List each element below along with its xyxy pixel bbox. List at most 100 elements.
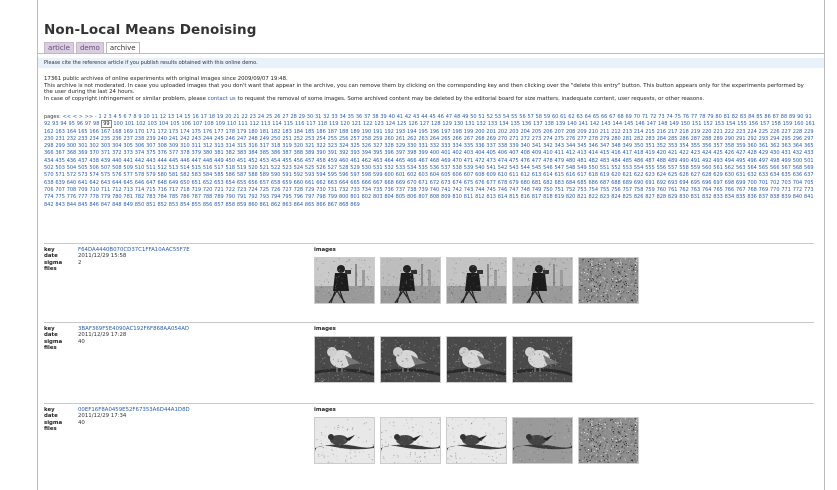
page-link[interactable]: 318 <box>271 143 281 149</box>
page-link[interactable]: 578 <box>135 172 145 178</box>
page-link[interactable]: 244 <box>203 136 213 142</box>
page-link[interactable]: 486 <box>634 158 644 164</box>
page-link[interactable]: 869 <box>350 202 360 208</box>
page-link[interactable]: 397 <box>396 150 406 156</box>
page-link[interactable]: 24 <box>258 114 264 120</box>
page-link[interactable]: 502 <box>44 165 54 171</box>
page-link[interactable]: 647 <box>146 180 156 186</box>
page-link[interactable]: 546 <box>543 165 553 171</box>
page-link[interactable]: 698 <box>725 180 735 186</box>
page-link[interactable]: 837 <box>759 194 769 200</box>
page-link[interactable]: 324 <box>339 143 349 149</box>
page-link[interactable]: 298 <box>44 143 54 149</box>
page-link[interactable]: 868 <box>339 202 349 208</box>
page-link[interactable]: 195 <box>418 129 428 135</box>
page-link[interactable]: 817 <box>532 194 542 200</box>
page-link[interactable]: 266 <box>452 136 462 142</box>
page-link[interactable]: 11 <box>152 114 158 120</box>
page-link[interactable]: 177 <box>214 129 224 135</box>
page-link[interactable]: 538 <box>452 165 462 171</box>
result-thumbnail[interactable] <box>446 417 507 464</box>
page-link[interactable]: 377 <box>169 150 179 156</box>
page-link[interactable]: 268 <box>475 136 485 142</box>
page-link[interactable]: 136 <box>522 121 532 127</box>
page-link[interactable]: 778 <box>89 194 99 200</box>
page-link[interactable]: 686 <box>589 180 599 186</box>
page-link[interactable]: 750 <box>543 187 553 193</box>
page-link[interactable]: 46 <box>438 114 444 120</box>
page-link[interactable]: 853 <box>169 202 179 208</box>
page-link[interactable]: 85 <box>756 114 762 120</box>
page-link[interactable]: 388 <box>294 150 304 156</box>
page-link[interactable]: 142 <box>590 121 600 127</box>
page-link[interactable]: 300 <box>67 143 77 149</box>
page-link[interactable]: 259 <box>373 136 383 142</box>
page-link[interactable]: 580 <box>157 172 167 178</box>
page-link[interactable]: 310 <box>180 143 190 149</box>
page-link[interactable]: 823 <box>600 194 610 200</box>
page-link[interactable]: 365 <box>804 143 814 149</box>
page-link[interactable]: 443 <box>146 158 156 164</box>
page-link[interactable]: 475 <box>509 158 519 164</box>
page-link[interactable]: 364 <box>793 143 803 149</box>
page-link[interactable]: 690 <box>634 180 644 186</box>
page-link[interactable]: 500 <box>793 158 803 164</box>
result-thumbnail[interactable] <box>314 257 375 304</box>
page-link[interactable]: 699 <box>736 180 746 186</box>
page-link[interactable]: 866 <box>316 202 326 208</box>
page-link[interactable]: 749 <box>532 187 542 193</box>
page-link[interactable]: 159 <box>783 121 793 127</box>
contact-us-link[interactable]: contact us <box>208 96 236 102</box>
page-link[interactable]: 624 <box>657 172 667 178</box>
page-link[interactable]: 495 <box>736 158 746 164</box>
page-link[interactable]: 180 <box>248 129 258 135</box>
page-link[interactable]: 489 <box>668 158 678 164</box>
page-link[interactable]: 732 <box>339 187 349 193</box>
page-link[interactable]: 80 <box>715 114 721 120</box>
page-link[interactable]: 353 <box>668 143 678 149</box>
entry-key-link[interactable]: F64DA4440B070CD37C1FFA10AAC55F7E <box>78 247 190 253</box>
page-link[interactable]: 265 <box>441 136 451 142</box>
page-link[interactable]: 429 <box>759 150 769 156</box>
page-link[interactable]: 459 <box>328 158 338 164</box>
page-link[interactable]: 862 <box>271 202 281 208</box>
page-link[interactable]: 166 <box>89 129 99 135</box>
page-link[interactable]: 384 <box>248 150 258 156</box>
page-link[interactable]: 643 <box>101 180 111 186</box>
page-link[interactable]: 819 <box>554 194 564 200</box>
page-link[interactable]: 75 <box>675 114 681 120</box>
page-link[interactable]: 828 <box>657 194 667 200</box>
page-link[interactable]: 606 <box>452 172 462 178</box>
page-link[interactable]: 663 <box>328 180 338 186</box>
page-link[interactable]: 276 <box>566 136 576 142</box>
page-link[interactable]: 531 <box>373 165 383 171</box>
page-link[interactable]: 513 <box>169 165 179 171</box>
page-link[interactable]: 756 <box>611 187 621 193</box>
page-link[interactable]: 270 <box>498 136 508 142</box>
page-link[interactable]: 393 <box>350 150 360 156</box>
page-link[interactable]: 807 <box>418 194 428 200</box>
page-link[interactable]: 765 <box>713 187 723 193</box>
page-link[interactable]: 840 <box>793 194 803 200</box>
page-link[interactable]: 361 <box>759 143 769 149</box>
page-link[interactable]: 1 <box>99 114 102 120</box>
page-link[interactable]: 479 <box>554 158 564 164</box>
page-link[interactable]: 757 <box>623 187 633 193</box>
page-link[interactable]: 766 <box>725 187 735 193</box>
page-link[interactable]: 574 <box>89 172 99 178</box>
page-link[interactable]: 529 <box>350 165 360 171</box>
page-link[interactable]: 400 <box>430 150 440 156</box>
page-link[interactable]: 38 <box>372 114 378 120</box>
page-link[interactable]: 805 <box>396 194 406 200</box>
page-link[interactable]: 777 <box>78 194 88 200</box>
page-link[interactable]: 149 <box>669 121 679 127</box>
page-link[interactable]: 493 <box>713 158 723 164</box>
page-link[interactable]: 672 <box>430 180 440 186</box>
page-link[interactable]: 661 <box>305 180 315 186</box>
page-link[interactable]: 153 <box>715 121 725 127</box>
page-link[interactable]: 669 <box>396 180 406 186</box>
page-link[interactable]: 674 <box>452 180 462 186</box>
page-link[interactable]: 49 <box>462 114 468 120</box>
page-link[interactable]: 308 <box>157 143 167 149</box>
page-link[interactable]: 453 <box>260 158 270 164</box>
